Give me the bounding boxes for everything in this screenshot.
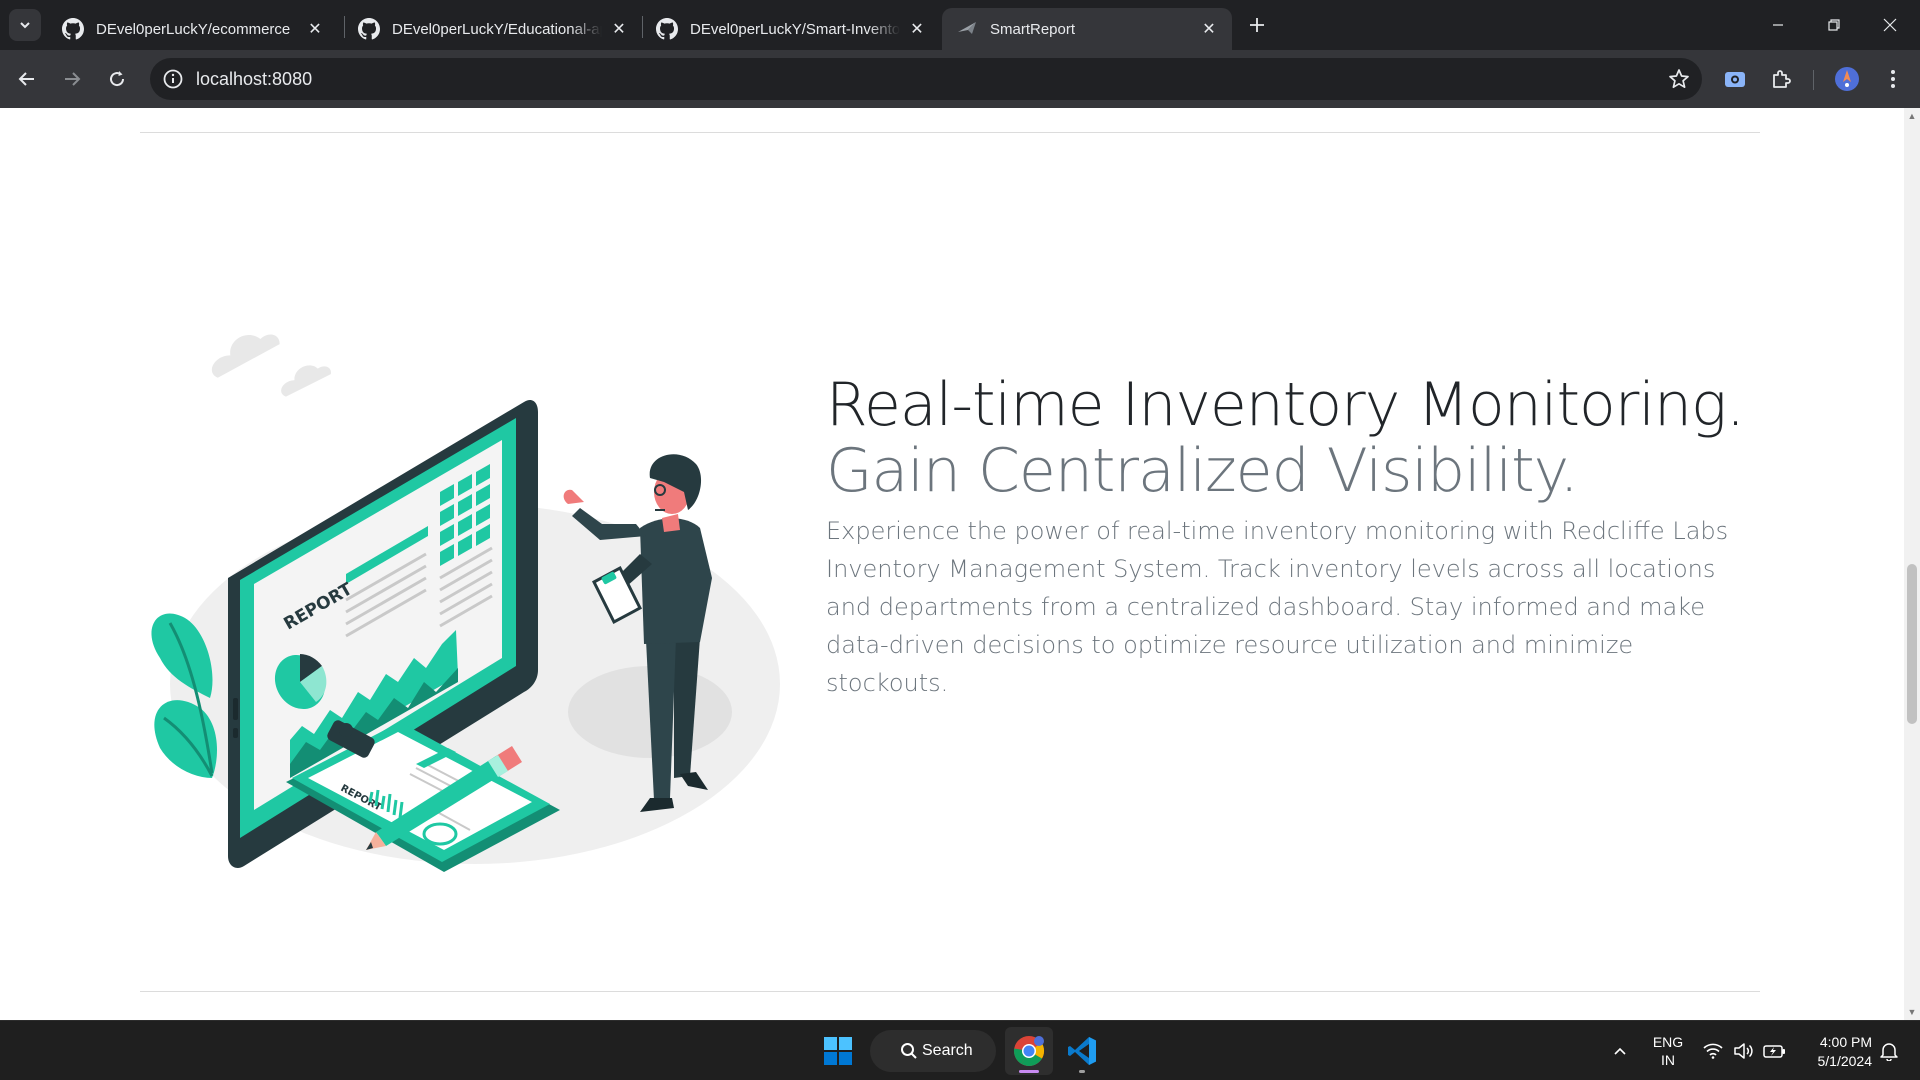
- tab-title: DEvel0perLuckY/ecommerce: [96, 20, 291, 38]
- search-icon: [901, 1043, 917, 1059]
- reload-icon: [110, 71, 125, 87]
- arrow-right-icon: [65, 72, 81, 86]
- tab-title: SmartReport: [990, 20, 1076, 38]
- toolbar-divider: [1813, 70, 1814, 90]
- arrow-left-icon: [18, 72, 34, 86]
- volume-status[interactable]: [1730, 1021, 1756, 1080]
- show-hidden-icons-button[interactable]: [1604, 1021, 1636, 1080]
- browser-toolbar: localhost:8080: [0, 50, 1920, 108]
- battery-status[interactable]: [1760, 1021, 1790, 1080]
- notifications-button[interactable]: [1874, 1021, 1904, 1080]
- avatar: [1835, 67, 1859, 91]
- minimize-icon: [1773, 24, 1783, 26]
- address-text[interactable]: localhost:8080: [196, 69, 312, 90]
- page-content: REPORT REPORT Real-time Inventory Monito…: [0, 108, 1904, 1020]
- tab-smartreport[interactable]: SmartReport ✕: [942, 8, 1232, 50]
- bell-icon: [1880, 1043, 1898, 1061]
- taskbar-chrome[interactable]: [1005, 1027, 1053, 1075]
- scroll-down-arrow-icon[interactable]: ▼: [1904, 1004, 1920, 1020]
- clock-date: 5/1/2024: [1817, 1053, 1873, 1069]
- speaker-icon: [1734, 1043, 1753, 1059]
- profile-button[interactable]: [1832, 64, 1862, 94]
- tab-close-icon[interactable]: ✕: [906, 18, 928, 40]
- camera-icon: [1725, 72, 1745, 87]
- github-icon: [358, 18, 380, 40]
- github-icon: [656, 18, 678, 40]
- start-button[interactable]: [820, 1033, 856, 1069]
- vscode-icon: [1068, 1037, 1096, 1065]
- section-divider: [140, 991, 1760, 992]
- restore-icon: [1828, 19, 1840, 31]
- taskbar-vscode[interactable]: [1058, 1027, 1106, 1075]
- extensions-button[interactable]: [1766, 64, 1796, 94]
- smartreport-favicon: [958, 22, 976, 34]
- chevron-down-icon: [20, 22, 30, 29]
- taskbar-search[interactable]: Search: [870, 1030, 996, 1072]
- tab-title: DEvel0perLuckY/Educational-ap: [392, 20, 602, 38]
- new-tab-button[interactable]: [1243, 11, 1271, 39]
- site-info-icon[interactable]: [162, 68, 184, 90]
- battery-charging-icon: [1763, 1045, 1785, 1058]
- github-icon: [62, 18, 84, 40]
- screen-capture-button[interactable]: [1720, 64, 1750, 94]
- plus-icon: [1250, 18, 1264, 32]
- section-headline: Real-time Inventory Monitoring. Gain Cen…: [826, 372, 1766, 504]
- tab-close-icon[interactable]: ✕: [1198, 18, 1220, 40]
- wifi-icon: [1703, 1043, 1723, 1059]
- running-app-indicator: [1079, 1070, 1085, 1073]
- chrome-icon: [1013, 1036, 1045, 1067]
- taskbar-search-label: Search: [922, 1042, 973, 1059]
- bookmark-star-icon[interactable]: [1668, 68, 1690, 90]
- chevron-up-icon: [1614, 1047, 1626, 1055]
- section-divider: [140, 132, 1760, 133]
- section-lead: Experience the power of real-time invent…: [826, 517, 1729, 697]
- restore-button[interactable]: [1806, 0, 1862, 50]
- tab-educational[interactable]: DEvel0perLuckY/Educational-ap ✕: [344, 8, 642, 50]
- input-language-indicator[interactable]: ENG IN: [1648, 1033, 1688, 1069]
- browser-menu-button[interactable]: [1878, 64, 1908, 94]
- inventory-report-illustration: REPORT REPORT: [151, 334, 780, 872]
- clock-time: 4:00 PM: [1819, 1034, 1872, 1050]
- windows-taskbar: Search ENG IN 4:00 PM 5/1/2024: [0, 1020, 1920, 1080]
- headline-muted: Gain Centralized Visibility.: [826, 436, 1579, 506]
- wifi-status[interactable]: [1700, 1021, 1726, 1080]
- tab-ecommerce[interactable]: DEvel0perLuckY/ecommerce ✕: [48, 8, 338, 50]
- back-button[interactable]: [10, 62, 44, 96]
- language-region: IN: [1661, 1052, 1675, 1068]
- address-bar[interactable]: localhost:8080: [150, 58, 1702, 100]
- language-code: ENG: [1652, 1034, 1684, 1050]
- close-window-button[interactable]: [1862, 0, 1918, 50]
- tab-close-icon[interactable]: ✕: [608, 18, 630, 40]
- tab-close-icon[interactable]: ✕: [304, 18, 326, 40]
- tab-smart-inventory[interactable]: DEvel0perLuckY/Smart-Invento ✕: [642, 8, 940, 50]
- kebab-menu-icon: [1891, 70, 1895, 88]
- windows-logo-icon: [824, 1037, 852, 1065]
- active-app-indicator: [1019, 1070, 1039, 1073]
- puzzle-icon: [1773, 70, 1791, 88]
- tab-search-button[interactable]: [9, 9, 41, 41]
- reload-button[interactable]: [100, 62, 134, 96]
- browser-tab-strip: DEvel0perLuckY/ecommerce ✕ DEvel0perLuck…: [0, 0, 1920, 50]
- page-scrollbar[interactable]: ▲ ▼: [1904, 108, 1920, 1020]
- tab-title: DEvel0perLuckY/Smart-Invento: [690, 20, 900, 38]
- scroll-thumb[interactable]: [1907, 564, 1917, 724]
- taskbar-clock[interactable]: 4:00 PM 5/1/2024: [1796, 1033, 1873, 1071]
- minimize-button[interactable]: [1750, 0, 1806, 50]
- forward-button[interactable]: [55, 62, 89, 96]
- scroll-up-arrow-icon[interactable]: ▲: [1904, 108, 1920, 124]
- close-icon: [1883, 18, 1897, 32]
- headline-main: Real-time Inventory Monitoring.: [826, 370, 1745, 440]
